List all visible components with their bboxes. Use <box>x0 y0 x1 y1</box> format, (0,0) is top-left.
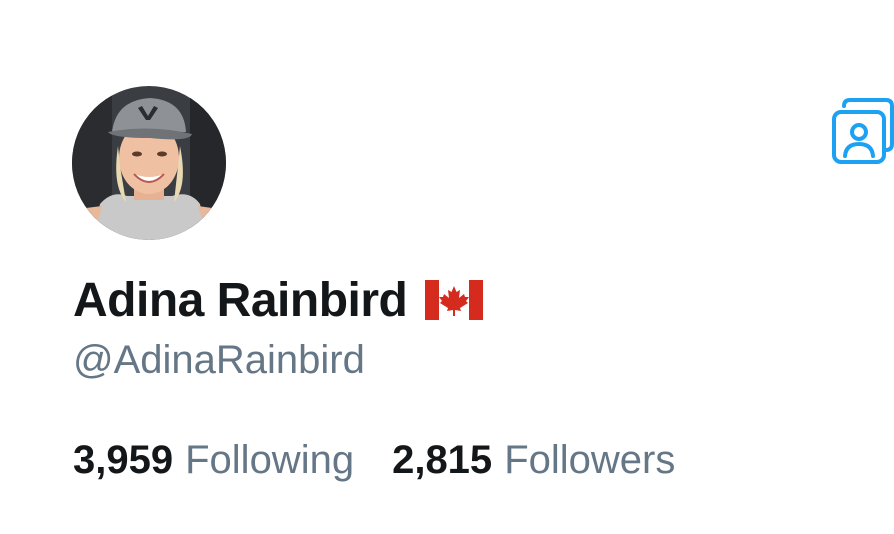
switch-profile-button[interactable] <box>830 96 894 168</box>
canada-flag-icon <box>425 280 484 320</box>
following-stat-link[interactable]: 3,959 Following <box>73 438 354 483</box>
avatar[interactable] <box>72 86 226 240</box>
following-label: Following <box>185 438 355 482</box>
followers-label: Followers <box>504 438 676 482</box>
avatar-photo-icon <box>72 86 226 240</box>
display-name: Adina Rainbird <box>73 273 408 327</box>
followers-count: 2,815 <box>392 438 493 482</box>
followers-stat-link[interactable]: 2,815 Followers <box>392 438 675 483</box>
follow-stats: 3,959 Following 2,815 Followers <box>73 438 675 483</box>
switch-profile-icon <box>832 98 894 164</box>
display-name-row: Adina Rainbird <box>73 270 484 330</box>
username-handle: @AdinaRainbird <box>73 338 365 382</box>
following-count: 3,959 <box>73 438 174 482</box>
